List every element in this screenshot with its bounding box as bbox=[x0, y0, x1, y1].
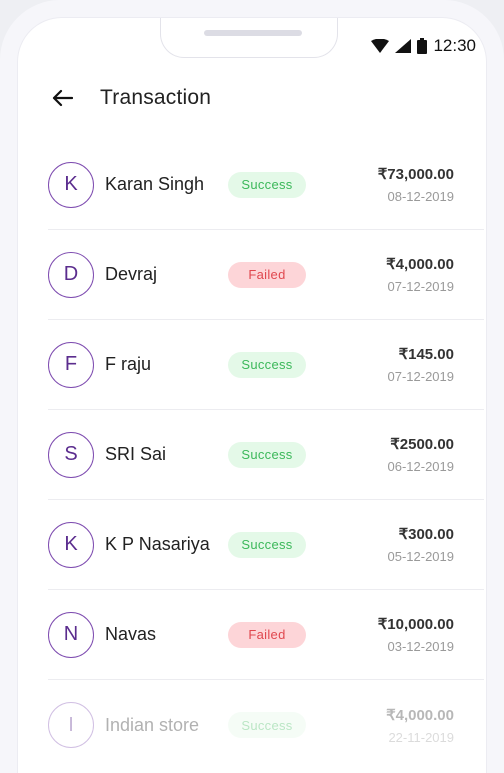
payee-name: F raju bbox=[105, 354, 152, 374]
date: 07-12-2019 bbox=[387, 279, 455, 294]
avatar: F bbox=[48, 341, 94, 388]
avatar: K bbox=[48, 521, 94, 568]
page-title: Transaction bbox=[100, 86, 212, 109]
status-badge: Failed bbox=[228, 261, 306, 288]
transaction-row[interactable]: N Navas Failed ₹10,000.00 03-12-2019 bbox=[48, 590, 484, 680]
status-bar: 12:30 bbox=[371, 36, 476, 56]
notch bbox=[160, 18, 338, 58]
payee-name: K P Nasariya bbox=[105, 534, 210, 554]
date: 07-12-2019 bbox=[387, 369, 455, 384]
avatar: S bbox=[48, 431, 94, 478]
amount: ₹10,000.00 bbox=[377, 616, 454, 633]
avatar: N bbox=[48, 611, 94, 658]
payee-name: SRI Sai bbox=[105, 444, 167, 464]
wifi-icon bbox=[371, 39, 390, 53]
amount: ₹145.00 bbox=[398, 346, 454, 363]
avatar: I bbox=[48, 702, 94, 748]
phone-screen: 12:30 Transaction K Karan Singh Success … bbox=[18, 18, 486, 773]
amount-block: ₹300.00 05-12-2019 bbox=[388, 525, 455, 564]
amount: ₹73,000.00 bbox=[377, 166, 454, 183]
status-badge: Success bbox=[228, 351, 306, 378]
date: 06-12-2019 bbox=[387, 459, 455, 474]
date: 05-12-2019 bbox=[387, 549, 455, 564]
payee-name: Karan Singh bbox=[105, 174, 205, 194]
avatar: K bbox=[48, 161, 94, 208]
transaction-row[interactable]: D Devraj Failed ₹4,000.00 07-12-2019 bbox=[48, 230, 484, 320]
date: 22-11-2019 bbox=[388, 729, 454, 745]
status-badge: Success bbox=[228, 441, 306, 468]
date: 08-12-2019 bbox=[387, 189, 455, 204]
speaker-grille bbox=[204, 30, 302, 36]
back-arrow-icon[interactable] bbox=[48, 84, 76, 112]
battery-icon bbox=[417, 38, 428, 54]
amount: ₹4,000.00 bbox=[386, 256, 454, 273]
amount-block: ₹4,000.00 07-12-2019 bbox=[386, 255, 454, 294]
payee-name: Indian store bbox=[105, 714, 200, 735]
amount-block: ₹4,000.00 22-11-2019 bbox=[386, 706, 454, 745]
signal-icon bbox=[395, 39, 412, 53]
status-badge: Success bbox=[228, 171, 306, 198]
amount-block: ₹145.00 07-12-2019 bbox=[388, 345, 455, 384]
transaction-list: K Karan Singh Success ₹73,000.00 08-12-2… bbox=[48, 140, 484, 770]
amount-block: ₹73,000.00 08-12-2019 bbox=[378, 165, 454, 204]
status-badge: Failed bbox=[228, 621, 306, 648]
amount-block: ₹2500.00 06-12-2019 bbox=[388, 435, 455, 474]
date: 03-12-2019 bbox=[387, 639, 455, 654]
amount: ₹2500.00 bbox=[390, 436, 454, 453]
payee-name: Navas bbox=[105, 624, 157, 644]
transaction-row[interactable]: S SRI Sai Success ₹2500.00 06-12-2019 bbox=[48, 410, 484, 500]
avatar: D bbox=[48, 251, 94, 298]
transaction-row[interactable]: K Karan Singh Success ₹73,000.00 08-12-2… bbox=[48, 140, 484, 230]
amount-block: ₹10,000.00 03-12-2019 bbox=[378, 615, 454, 654]
transaction-row[interactable]: K K P Nasariya Success ₹300.00 05-12-201… bbox=[48, 500, 484, 590]
amount: ₹4,000.00 bbox=[386, 706, 454, 724]
status-badge: Success bbox=[228, 712, 306, 738]
transaction-row[interactable]: F F raju Success ₹145.00 07-12-2019 bbox=[48, 320, 484, 410]
transaction-row[interactable]: I Indian store Success ₹4,000.00 22-11-2… bbox=[48, 680, 484, 770]
phone-frame: 12:30 Transaction K Karan Singh Success … bbox=[0, 0, 504, 773]
status-time: 12:30 bbox=[433, 36, 476, 55]
status-badge: Success bbox=[228, 531, 306, 558]
amount: ₹300.00 bbox=[398, 526, 454, 543]
app-header: Transaction bbox=[48, 84, 211, 112]
payee-name: Devraj bbox=[105, 264, 158, 284]
